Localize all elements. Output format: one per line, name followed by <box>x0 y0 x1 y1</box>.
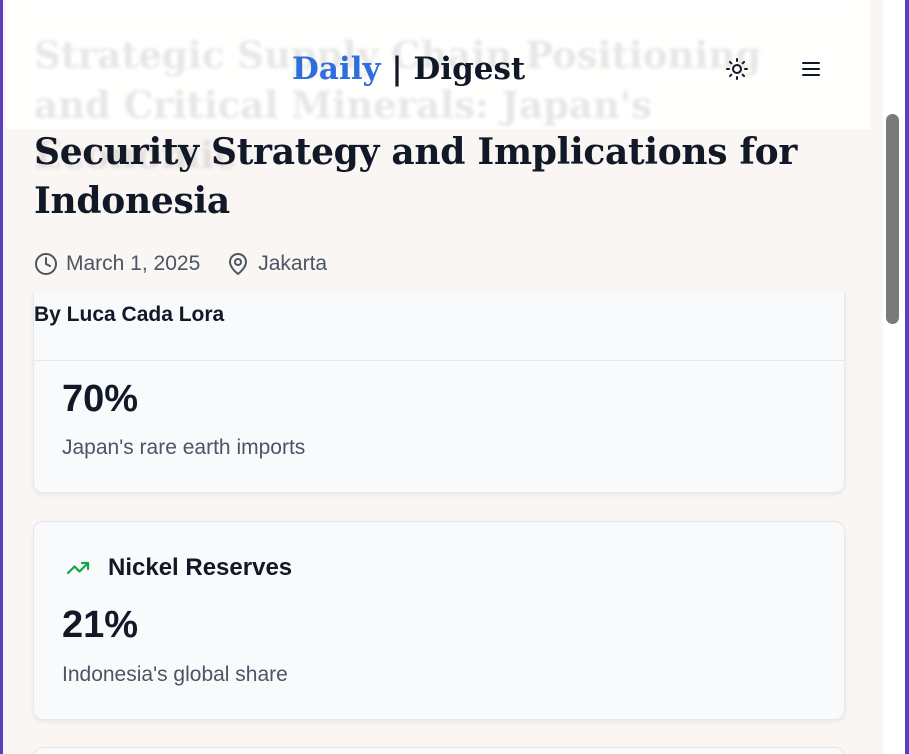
clock-icon <box>35 253 57 275</box>
article-meta: March 1, 2025 Jakarta <box>34 250 353 278</box>
window-border <box>905 0 909 754</box>
article-location: Jakarta <box>226 252 327 276</box>
article-page: Security Strategy and Implications for I… <box>6 0 870 754</box>
logo-separator: | <box>391 51 403 87</box>
location-text: Jakarta <box>258 252 328 275</box>
byline: By Luca Cada Lora <box>34 303 225 326</box>
date-text: March 1, 2025 <box>66 252 201 275</box>
theme-toggle-button[interactable] <box>721 52 753 86</box>
stat-heading: Nickel Reserves <box>62 554 292 582</box>
stat-label: Indonesia's global share <box>62 663 288 686</box>
hamburger-menu-icon <box>802 62 820 76</box>
stat-label: Japan's rare earth imports <box>62 436 306 459</box>
stat-card-next <box>33 747 845 754</box>
stat-heading-text: Nickel Reserves <box>108 554 293 581</box>
map-pin-icon <box>229 253 248 275</box>
logo-daily: Daily <box>292 51 381 87</box>
sun-icon <box>726 58 748 80</box>
menu-button[interactable] <box>795 52 827 86</box>
site-header: Strategic Supply Chain Positioning and C… <box>6 0 870 177</box>
stat-value: 70% <box>62 378 139 420</box>
stat-card-nickel: Nickel Reserves 21% Indonesia's global s… <box>33 521 845 720</box>
logo-digest: Digest <box>413 51 526 87</box>
site-logo[interactable]: Daily | Digest <box>292 48 525 90</box>
scrollbar-thumb[interactable] <box>886 114 899 324</box>
card-divider <box>34 360 846 361</box>
scrollbar-track[interactable] <box>883 0 905 754</box>
stat-value: 21% <box>62 604 139 646</box>
trending-up-icon <box>66 561 90 575</box>
browser-viewport: Security Strategy and Implications for I… <box>0 0 909 754</box>
article-date: March 1, 2025 <box>34 252 200 276</box>
